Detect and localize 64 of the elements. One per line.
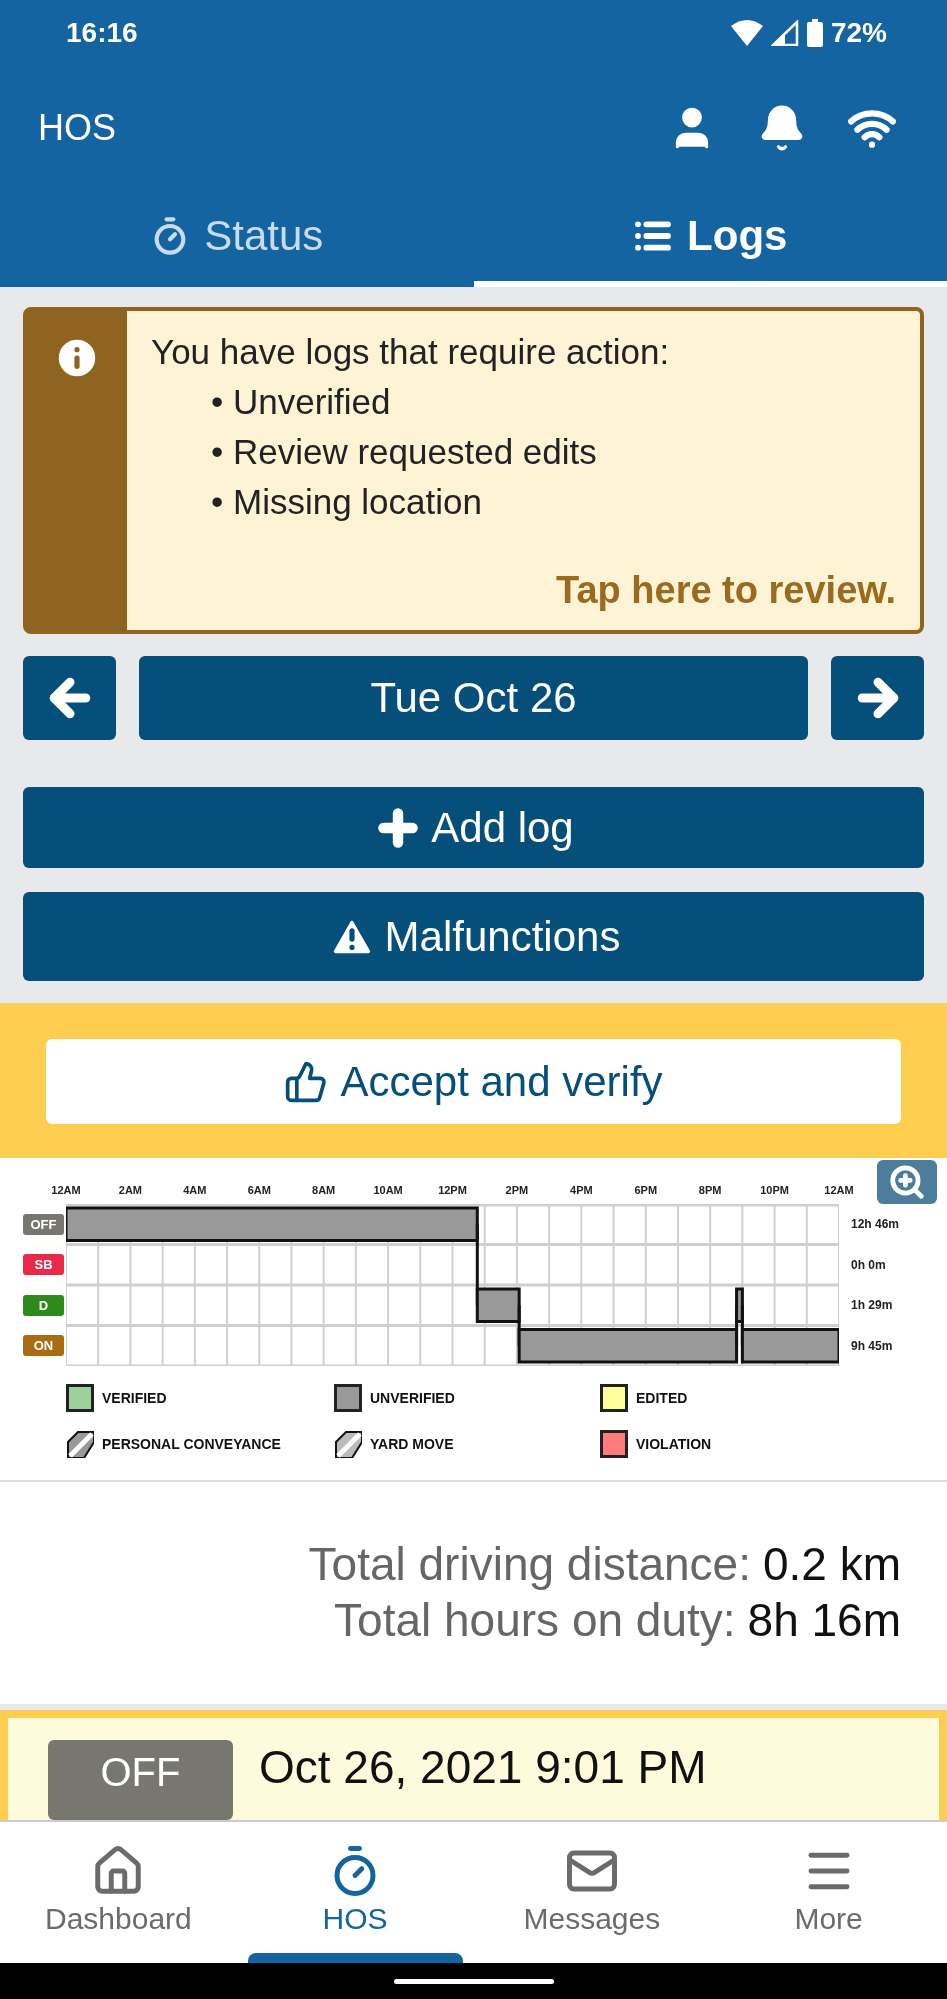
previous-day-button[interactable] — [23, 656, 116, 741]
accept-verify-button[interactable]: Accept and verify — [46, 1039, 901, 1124]
hour-label: 2AM — [118, 1184, 143, 1196]
legend-label: VIOLATION — [636, 1436, 712, 1452]
event-card[interactable]: OFF Oct 26, 2021 9:01 PM — [0, 1710, 947, 1820]
zoom-in-icon — [888, 1163, 926, 1201]
home-handle[interactable] — [393, 1978, 554, 1984]
hour-label: 2PM — [505, 1184, 529, 1196]
row-total: 12h 46m — [851, 1217, 900, 1232]
total-label: Total hours on duty: — [334, 1593, 736, 1648]
event-status: OFF — [48, 1740, 233, 1820]
hour-label: 10AM — [373, 1184, 403, 1196]
hour-label: 6AM — [247, 1184, 271, 1196]
tab[interactable]: Status — [0, 191, 474, 287]
battery-icon — [806, 18, 823, 47]
duty-segment — [735, 1287, 744, 1323]
alert-title: You have logs that require action: — [151, 331, 671, 373]
total-label: Total driving distance: — [308, 1537, 751, 1592]
hour-label: 12AM — [51, 1184, 81, 1196]
hour-label: 8PM — [698, 1184, 722, 1196]
add-log-button[interactable]: Add log — [23, 787, 924, 869]
duty-segment — [475, 1287, 521, 1323]
next-day-button[interactable] — [831, 656, 924, 741]
legend-label: PERSONAL CONVEYANCE — [102, 1436, 281, 1452]
hour-label: 6PM — [634, 1184, 658, 1196]
hour-label: 12AM — [824, 1184, 854, 1196]
zoom-in-button[interactable] — [877, 1160, 937, 1204]
cell-signal-icon — [770, 19, 799, 46]
status-label: D — [23, 1294, 64, 1316]
legend-label: EDITED — [636, 1390, 688, 1406]
hour-label: 8AM — [312, 1184, 336, 1196]
status-label: ON — [23, 1335, 64, 1357]
nav-item[interactable]: Dashboard — [0, 1822, 237, 1963]
hour-label: 12PM — [438, 1184, 467, 1196]
row-total: 0h 0m — [851, 1257, 886, 1272]
malfunctions-button[interactable]: Malfunctions — [23, 892, 924, 981]
hour-label: 10PM — [760, 1184, 789, 1196]
app-title: HOS — [38, 107, 117, 149]
battery-level: 72% — [830, 16, 887, 49]
row-total: 9h 45m — [851, 1338, 893, 1353]
nav-item[interactable]: More — [710, 1822, 947, 1963]
review-link[interactable]: Tap here to review. — [556, 569, 896, 612]
status-label: OFF — [23, 1213, 64, 1235]
legend-label: UNVERIFIED — [370, 1390, 455, 1406]
legend-label: VERIFIED — [102, 1390, 167, 1406]
nav-item[interactable]: Messages — [473, 1822, 711, 1963]
event-time: Oct 26, 2021 9:01 PM — [259, 1740, 707, 1795]
tab[interactable]: Logs — [473, 191, 947, 287]
hour-label: 4AM — [183, 1184, 207, 1196]
row-total: 1h 29m — [851, 1298, 893, 1313]
alert-item: • Unverified — [211, 381, 392, 423]
alert-item: • Review requested edits — [211, 431, 598, 473]
alert-banner[interactable]: You have logs that require action: • Unverified • Review requested edits • Missing location Tap here to review. — [23, 307, 924, 634]
hour-label: 4PM — [570, 1184, 593, 1196]
alert-item: • Missing location — [211, 481, 483, 523]
clock: 16:16 — [66, 16, 138, 49]
total-value: 0.2 km — [762, 1537, 901, 1592]
nav-item[interactable]: HOS — [236, 1822, 474, 1963]
wifi-signal-icon — [730, 19, 763, 46]
status-label: SB — [23, 1254, 64, 1276]
thumbs-up-icon — [284, 1059, 329, 1104]
total-value: 8h 16m — [747, 1593, 901, 1648]
legend-label: YARD MOVE — [370, 1436, 454, 1452]
date-button[interactable]: Tue Oct 26 — [139, 656, 808, 741]
